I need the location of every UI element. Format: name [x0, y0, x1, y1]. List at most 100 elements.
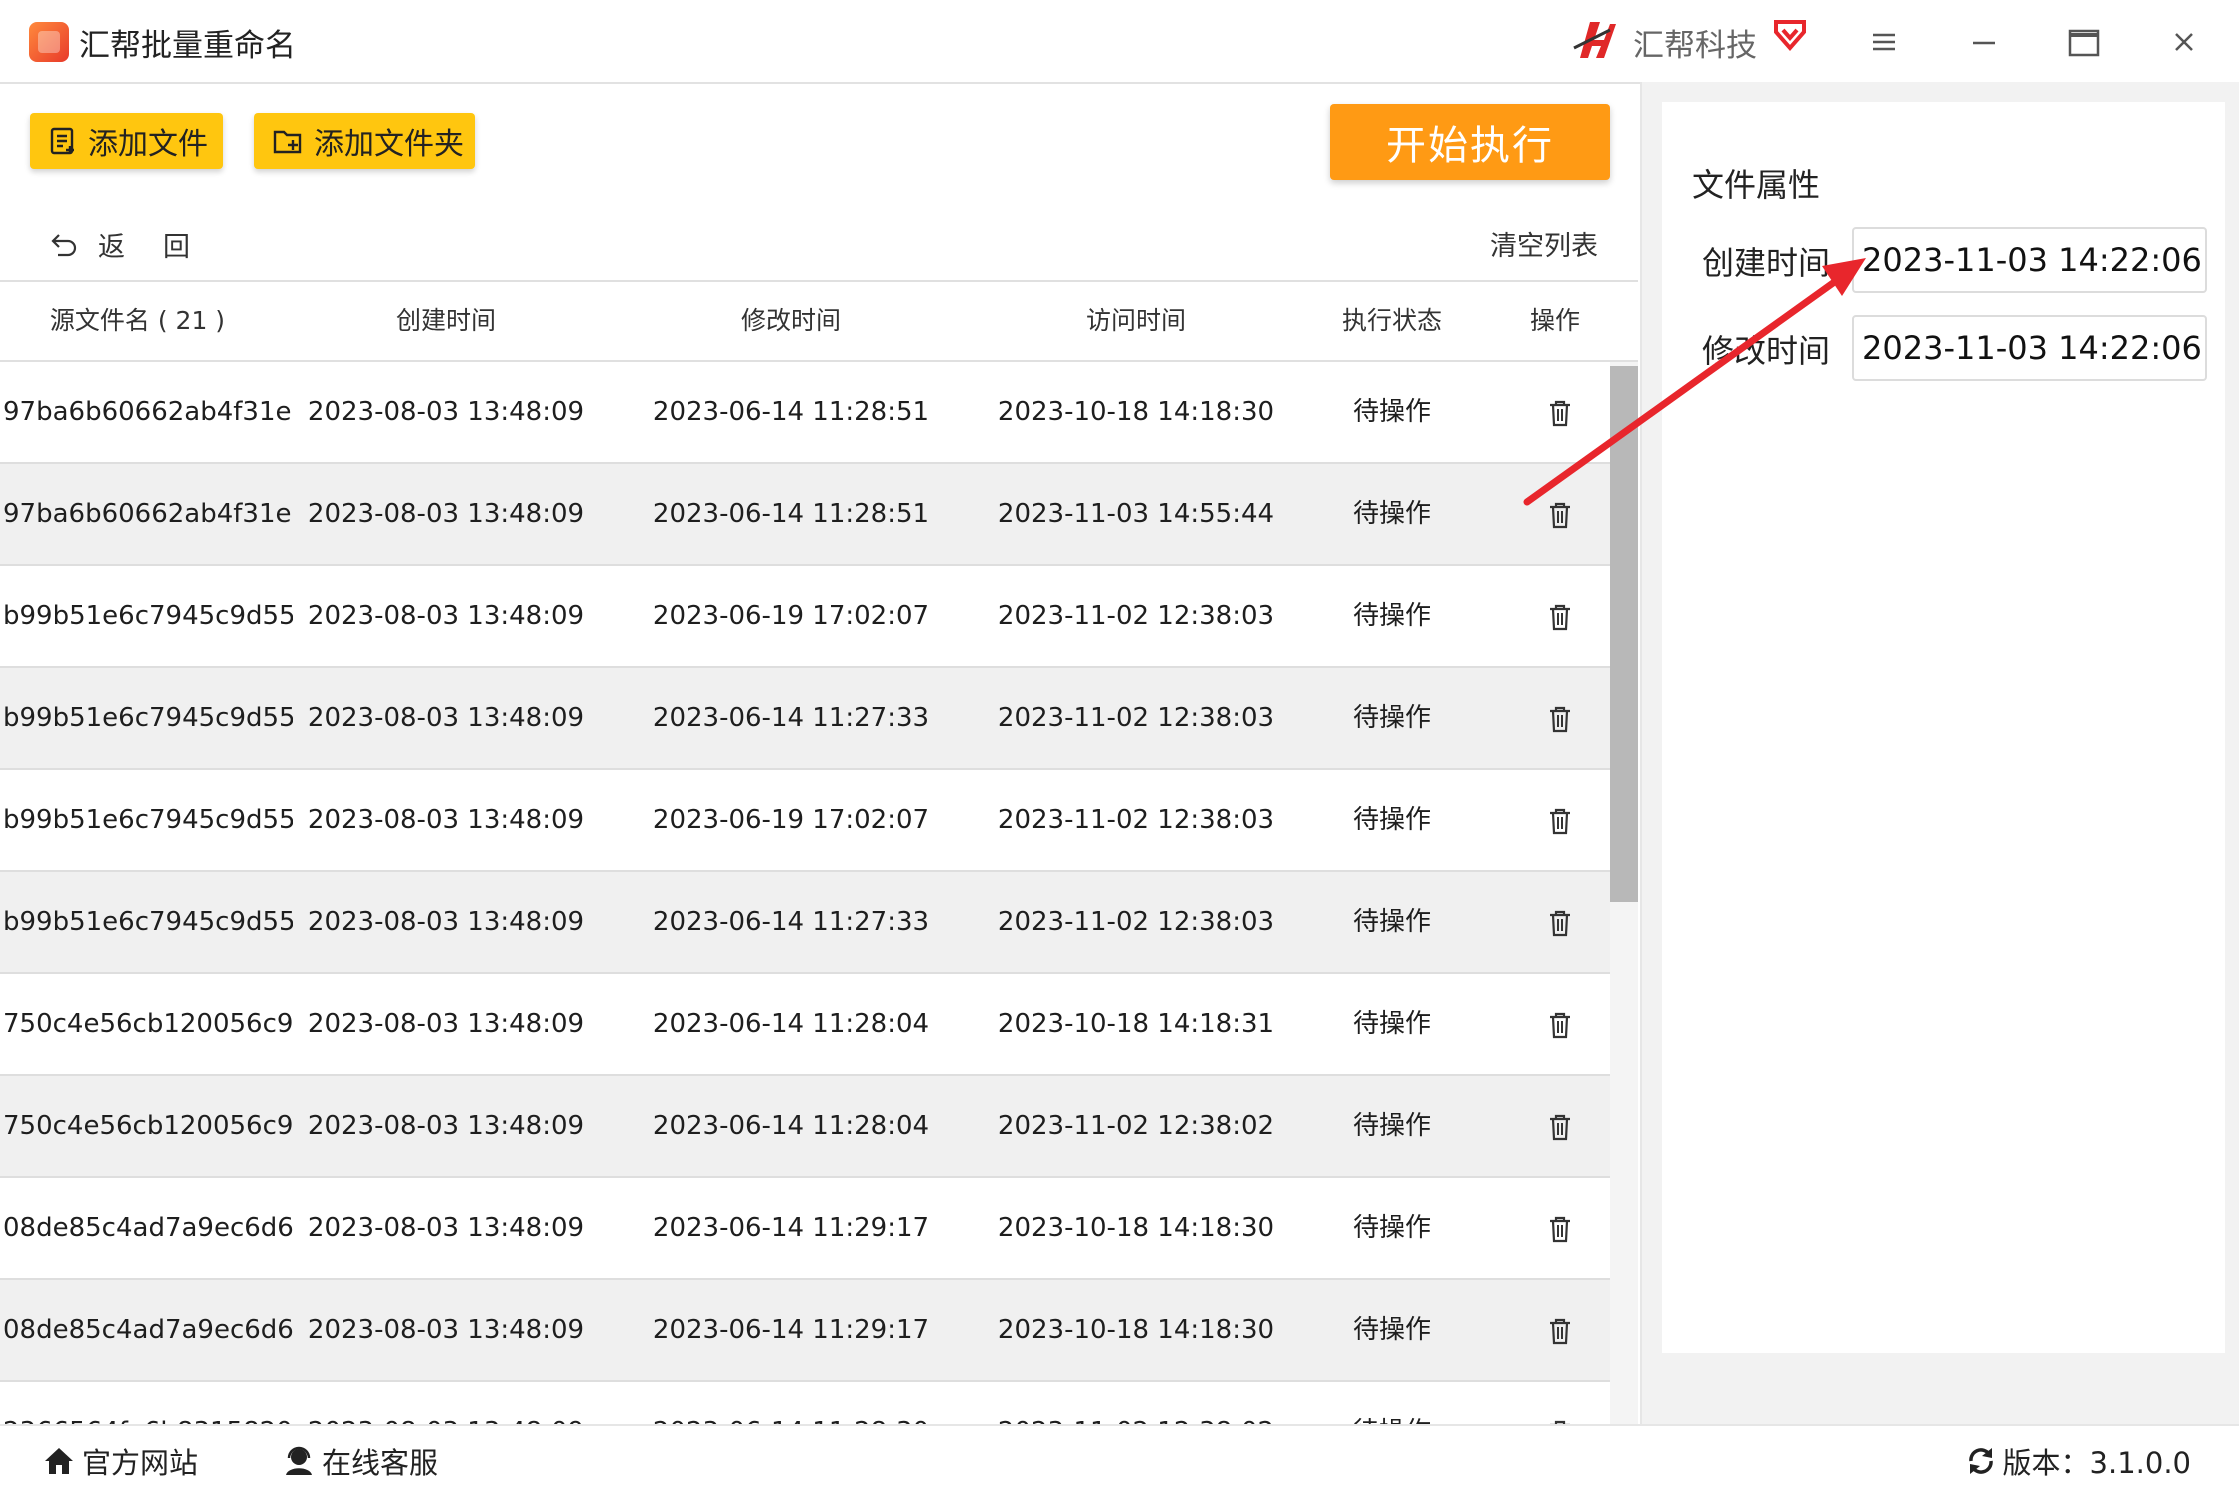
cell-created-time: 2023-08-03 13:48:09: [307, 499, 585, 529]
clear-list-button[interactable]: 清空列表: [1490, 224, 1598, 263]
delete-row-button[interactable]: [1535, 362, 1585, 462]
home-icon: [45, 1448, 73, 1474]
app-title: 汇帮批量重命名: [79, 28, 296, 64]
back-label: 返回: [98, 231, 228, 263]
cell-filename: 97ba6b60662ab4f31e...: [3, 499, 293, 529]
created-time-label: 创建时间: [1702, 244, 1831, 282]
cell-modified-time: 2023-06-14 11:29:17: [652, 1213, 930, 1243]
cell-filename: 2366564fa6b8315820...: [3, 1382, 293, 1426]
header-name[interactable]: 源文件名 ( 21 ): [0, 282, 275, 360]
back-button[interactable]: 返回: [48, 222, 228, 266]
cell-modified-time: 2023-06-14 11:28:04: [652, 1111, 930, 1141]
table-row[interactable]: 08de85c4ad7a9ec6d6... 2023-08-03 13:48:09…: [0, 1280, 1638, 1382]
refresh-icon: [1968, 1448, 1993, 1474]
created-time-input[interactable]: [1852, 227, 2207, 293]
add-folder-button[interactable]: 添加文件夹: [254, 113, 475, 169]
cell-created-time: 2023-08-03 13:48:09: [307, 1213, 585, 1243]
version-info[interactable]: 版本：3.1.0.0: [1965, 1440, 2191, 1482]
cell-filename: 97ba6b60662ab4f31e...: [3, 397, 293, 427]
cell-accessed-time: 2023-10-18 14:18:30: [997, 1315, 1275, 1345]
delete-row-button[interactable]: [1535, 974, 1585, 1074]
modified-time-label: 修改时间: [1702, 332, 1831, 370]
cell-status: 待操作: [1352, 499, 1431, 529]
table-row[interactable]: b99b51e6c7945c9d55... 2023-08-03 13:48:09…: [0, 566, 1638, 668]
header-modified[interactable]: 修改时间: [651, 282, 931, 360]
cell-status: 待操作: [1352, 1009, 1431, 1039]
header-status: 执行状态: [1341, 306, 1442, 335]
cell-filename: 750c4e56cb120056c9...: [3, 1009, 293, 1039]
table-row[interactable]: 97ba6b60662ab4f31e... 2023-08-03 13:48:09…: [0, 464, 1638, 566]
cell-status: 待操作: [1352, 1213, 1431, 1243]
online-service-label: 在线客服: [322, 1446, 439, 1480]
table-row[interactable]: b99b51e6c7945c9d55... 2023-08-03 13:48:09…: [0, 872, 1638, 974]
header-created[interactable]: 创建时间: [306, 282, 586, 360]
delete-trash-icon: [1550, 502, 1570, 528]
table-header: 源文件名 ( 21 ) 创建时间 修改时间 访问时间 执行状态 操作: [0, 282, 1638, 362]
delete-row-button[interactable]: [1535, 1382, 1585, 1426]
modified-time-input[interactable]: [1852, 315, 2207, 381]
table-row[interactable]: 97ba6b60662ab4f31e... 2023-08-03 13:48:09…: [0, 362, 1638, 464]
table-row[interactable]: b99b51e6c7945c9d55... 2023-08-03 13:48:09…: [0, 668, 1638, 770]
cell-filename: 08de85c4ad7a9ec6d6...: [3, 1315, 293, 1345]
delete-row-button[interactable]: [1535, 1280, 1585, 1380]
delete-trash-icon: [1550, 400, 1570, 426]
cell-accessed-time: 2023-11-02 12:38:03: [997, 703, 1275, 733]
table-row[interactable]: 2366564fa6b8315820... 2023-08-03 13:48:09…: [0, 1382, 1638, 1426]
table-row[interactable]: 750c4e56cb120056c9... 2023-08-03 13:48:09…: [0, 974, 1638, 1076]
cell-status: 待操作: [1352, 907, 1431, 937]
header-accessed[interactable]: 访问时间: [996, 282, 1276, 360]
add-folder-label: 添加文件夹: [314, 127, 464, 162]
cell-status: 待操作: [1352, 805, 1431, 835]
delete-row-button[interactable]: [1535, 770, 1585, 870]
cell-created-time: 2023-08-03 13:48:09: [307, 1111, 585, 1141]
delete-trash-icon: [1550, 1216, 1570, 1242]
delete-trash-icon: [1550, 604, 1570, 630]
table-body: 97ba6b60662ab4f31e... 2023-08-03 13:48:09…: [0, 362, 1638, 1426]
cell-modified-time: 2023-06-19 17:02:07: [652, 805, 930, 835]
scrollbar-thumb[interactable]: [1610, 366, 1638, 902]
footer: 官方网站 在线客服 版本：3.1.0.0: [0, 1424, 2239, 1493]
delete-trash-icon: [1550, 1114, 1570, 1140]
official-website-link[interactable]: 官方网站: [42, 1440, 198, 1482]
table-row[interactable]: 750c4e56cb120056c9... 2023-08-03 13:48:09…: [0, 1076, 1638, 1178]
cell-accessed-time: 2023-11-03 14:55:44: [997, 499, 1275, 529]
close-icon[interactable]: [2164, 22, 2204, 62]
brand-logo-icon: [1573, 22, 1616, 58]
file-table: 源文件名 ( 21 ) 创建时间 修改时间 访问时间 执行状态 操作 97ba6…: [0, 280, 1638, 1426]
cell-accessed-time: 2023-10-18 14:18:31: [997, 1009, 1275, 1039]
delete-row-button[interactable]: [1535, 1076, 1585, 1176]
cell-status: 待操作: [1352, 703, 1431, 733]
properties-panel: 文件属性 创建时间 修改时间: [1640, 82, 2239, 1424]
minimize-icon[interactable]: [1964, 22, 2004, 62]
cell-status: 待操作: [1352, 601, 1431, 631]
cell-accessed-time: 2023-11-02 12:38:02: [997, 1111, 1275, 1141]
menu-icon[interactable]: [1864, 22, 1904, 62]
online-service-link[interactable]: 在线客服: [282, 1440, 438, 1482]
delete-trash-icon: [1550, 1012, 1570, 1038]
cell-modified-time: 2023-06-14 11:27:33: [652, 907, 930, 937]
table-row[interactable]: 08de85c4ad7a9ec6d6... 2023-08-03 13:48:09…: [0, 1178, 1638, 1280]
cell-accessed-time: 2023-11-02 12:38:03: [997, 805, 1275, 835]
delete-trash-icon: [1550, 706, 1570, 732]
add-file-button[interactable]: 添加文件: [30, 113, 223, 169]
cell-created-time: 2023-08-03 13:48:09: [307, 805, 585, 835]
cell-status: 待操作: [1302, 1382, 1482, 1426]
start-button[interactable]: 开始执行: [1330, 104, 1610, 180]
cell-status: 待操作: [1352, 1111, 1431, 1141]
cell-modified-time: 2023-06-14 11:28:04: [652, 1009, 930, 1039]
maximize-icon[interactable]: [2064, 22, 2104, 62]
cell-created-time: 2023-08-03 13:48:09: [307, 907, 585, 937]
official-website-label: 官方网站: [82, 1446, 199, 1480]
cell-accessed-time: 2023-10-18 14:18:30: [997, 1213, 1275, 1243]
cell-modified-time: 2023-06-14 11:29:17: [652, 1315, 930, 1345]
table-row[interactable]: b99b51e6c7945c9d55... 2023-08-03 13:48:09…: [0, 770, 1638, 872]
delete-row-button[interactable]: [1535, 464, 1585, 564]
cell-modified-time: 2023-06-14 11:28:30: [651, 1382, 931, 1426]
version-label: 版本：3.1.0.0: [2002, 1446, 2191, 1480]
delete-row-button[interactable]: [1535, 872, 1585, 972]
delete-row-button[interactable]: [1535, 668, 1585, 768]
delete-row-button[interactable]: [1535, 566, 1585, 666]
delete-row-button[interactable]: [1535, 1178, 1585, 1278]
cell-created-time: 2023-08-03 13:48:09: [307, 397, 585, 427]
vip-diamond-icon[interactable]: [1772, 18, 1808, 52]
